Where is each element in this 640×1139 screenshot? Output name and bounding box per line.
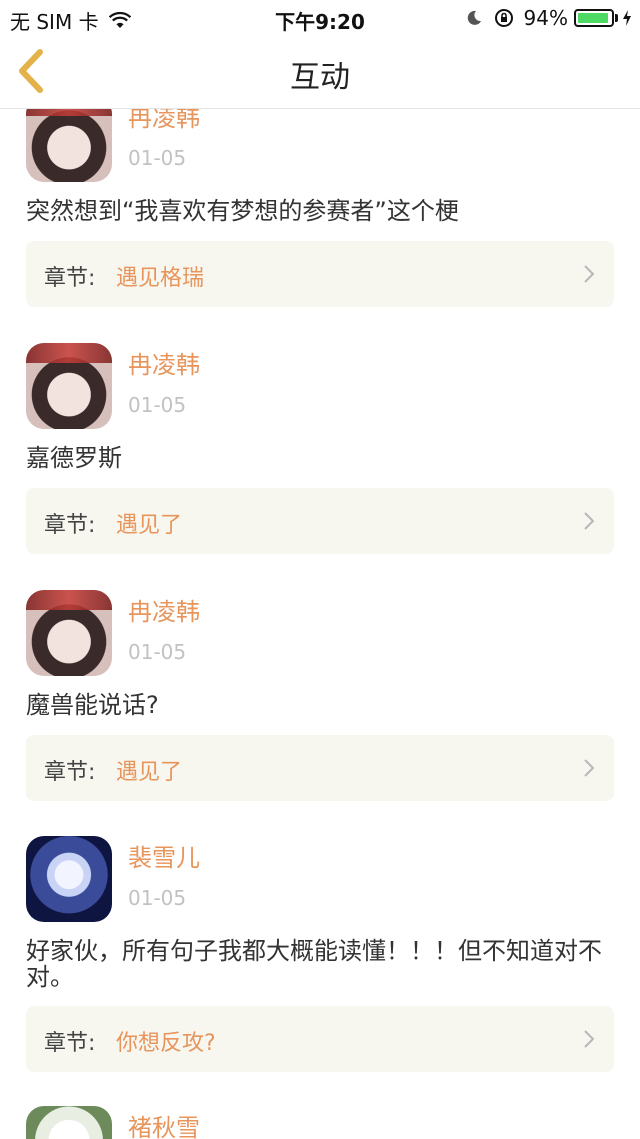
comment-author[interactable]: 裴雪儿	[128, 838, 200, 873]
chevron-right-icon	[584, 759, 595, 777]
chapter-label: 章节:	[44, 266, 96, 291]
status-bar: 无 SIM 卡 下午9:20 94%	[0, 0, 640, 34]
user-avatar[interactable]	[26, 1106, 112, 1139]
chevron-right-icon	[584, 1030, 595, 1048]
comment-text: 好家伙，所有句子我都大概能读懂！！！但不知道对不对。	[26, 937, 602, 991]
comment-date: 01-05	[128, 146, 187, 170]
chapter-link[interactable]: 章节: 遇见了	[26, 735, 614, 801]
comment-feed[interactable]: 冉凌韩 01-05 突然想到“我喜欢有梦想的参赛者”这个梗 章节: 遇见格瑞 冉…	[0, 0, 640, 1139]
comment-author[interactable]: 冉凌韩	[128, 592, 200, 627]
chapter-name: 遇见了	[116, 760, 183, 785]
chapter-name: 遇见格瑞	[116, 266, 205, 291]
page-title: 互动	[290, 60, 350, 95]
battery-percentage: 94%	[523, 6, 568, 30]
comment-text: 魔兽能说话?	[26, 691, 159, 719]
comment-date: 01-05	[128, 886, 187, 910]
chapter-link[interactable]: 章节: 遇见格瑞	[26, 241, 614, 307]
chapter-label: 章节:	[44, 513, 96, 538]
comment-text: 突然想到“我喜欢有梦想的参赛者”这个梗	[26, 197, 459, 225]
comment-author[interactable]: 冉凌韩	[128, 345, 200, 380]
battery-cap	[615, 14, 618, 22]
chapter-label: 章节:	[44, 760, 96, 785]
navigation-bar: 互动	[0, 34, 640, 109]
user-avatar[interactable]	[26, 590, 112, 676]
user-avatar[interactable]	[26, 343, 112, 429]
charging-bolt-icon	[623, 10, 631, 26]
comment-date: 01-05	[128, 640, 187, 664]
comment-author[interactable]: 褚秋雪	[128, 1108, 200, 1139]
moon-icon	[467, 10, 481, 25]
user-avatar[interactable]	[26, 836, 112, 922]
chevron-right-icon	[584, 265, 595, 283]
chapter-label: 章节:	[44, 1031, 96, 1056]
comment-date: 01-05	[128, 393, 187, 417]
battery-level-fill	[578, 13, 608, 23]
comment-text: 嘉德罗斯	[26, 444, 122, 472]
chevron-right-icon	[584, 512, 595, 530]
chapter-link[interactable]: 章节: 遇见了	[26, 488, 614, 554]
battery-icon	[574, 9, 614, 27]
chapter-name: 遇见了	[116, 513, 183, 538]
chapter-name: 你想反攻?	[116, 1031, 216, 1056]
chapter-link[interactable]: 章节: 你想反攻?	[26, 1006, 614, 1072]
rotation-lock-icon	[494, 9, 513, 27]
